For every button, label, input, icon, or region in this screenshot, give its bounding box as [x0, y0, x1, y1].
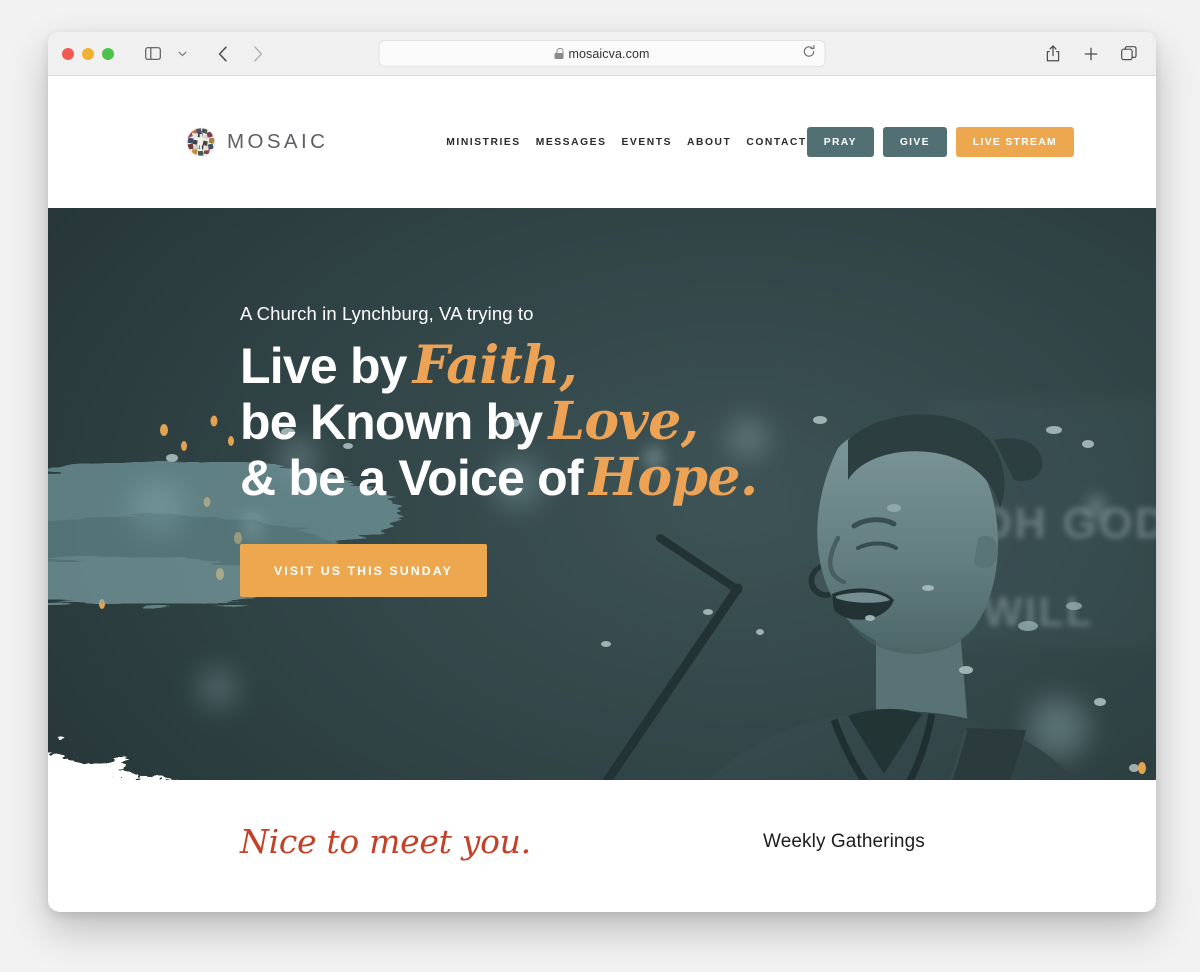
url-text: mosaicva.com — [568, 46, 650, 61]
headline-line-3-script: Hope. — [588, 447, 758, 509]
minimize-window-button[interactable] — [82, 47, 94, 60]
brand-logo[interactable]: MOSAIC — [186, 127, 328, 157]
toolbar-right-group — [1040, 42, 1142, 66]
forward-icon[interactable] — [245, 42, 271, 66]
tab-overview-icon[interactable] — [1116, 42, 1142, 66]
address-bar[interactable]: mosaicva.com — [378, 40, 826, 67]
web-page: MOSAIC MINISTRIES MESSAGES EVENTS ABOUT … — [48, 76, 1156, 912]
headline-line-2-script: Love, — [548, 391, 699, 453]
back-icon[interactable] — [210, 42, 236, 66]
headline-line-3-bold: & be a Voice of — [240, 450, 584, 507]
new-tab-icon[interactable] — [1078, 42, 1104, 66]
hero-section: OH GOD WILL A Church in Lynchburg, VA tr… — [48, 208, 1156, 912]
sidebar-icon[interactable] — [140, 42, 166, 66]
hero-headline: Live by Faith, be Known by Love, & be a Vo… — [240, 338, 758, 505]
browser-toolbar: mosaicva.com — [48, 32, 1156, 76]
visit-us-button[interactable]: VISIT US THIS SUNDAY — [240, 544, 487, 598]
nav-item-messages[interactable]: MESSAGES — [536, 137, 607, 148]
pray-button[interactable]: PRAY — [806, 127, 874, 157]
headline-line-1: Live by Faith, — [240, 338, 758, 394]
nav-item-ministries[interactable]: MINISTRIES — [446, 137, 520, 148]
header-actions: PRAY GIVE LIVE STREAM — [806, 127, 1074, 157]
maximize-window-button[interactable] — [102, 47, 114, 60]
nav-item-about[interactable]: ABOUT — [687, 137, 731, 148]
window-controls — [62, 47, 114, 60]
url-display: mosaicva.com — [554, 47, 649, 61]
main-nav: MINISTRIES MESSAGES EVENTS ABOUT CONTACT — [446, 137, 806, 148]
browser-window: mosaicva.com MOSAIC MINISTRIES MESSAGES … — [48, 32, 1156, 912]
close-window-button[interactable] — [62, 47, 74, 60]
nice-to-meet-you-heading: Nice to meet you. — [240, 822, 531, 861]
brand-name: MOSAIC — [227, 130, 329, 153]
chevron-down-icon[interactable] — [169, 42, 195, 66]
headline-line-2: be Known by Love, — [240, 395, 758, 449]
headline-line-3: & be a Voice of Hope. — [240, 451, 758, 505]
headline-line-2-bold: be Known by — [240, 394, 543, 451]
lock-icon — [554, 48, 564, 59]
mosaic-circle-logo-icon — [186, 127, 216, 157]
toolbar-left-group — [140, 42, 271, 66]
hero-kicker: A Church in Lynchburg, VA trying to — [240, 303, 534, 324]
headline-line-1-bold: Live by — [240, 338, 408, 394]
nav-item-events[interactable]: EVENTS — [621, 137, 672, 148]
site-header: MOSAIC MINISTRIES MESSAGES EVENTS ABOUT … — [48, 76, 1156, 208]
reload-icon[interactable] — [803, 44, 816, 63]
weekly-gatherings-heading: Weekly Gatherings — [763, 831, 925, 852]
below-fold-band: Nice to meet you. Weekly Gatherings — [48, 780, 1156, 912]
share-icon[interactable] — [1040, 42, 1066, 66]
hero-content: A Church in Lynchburg, VA trying to Live… — [240, 303, 758, 598]
nav-item-contact[interactable]: CONTACT — [746, 137, 806, 148]
headline-line-1-script: Faith, — [412, 335, 578, 396]
live-stream-button[interactable]: LIVE STREAM — [955, 127, 1074, 157]
give-button[interactable]: GIVE — [882, 127, 947, 157]
